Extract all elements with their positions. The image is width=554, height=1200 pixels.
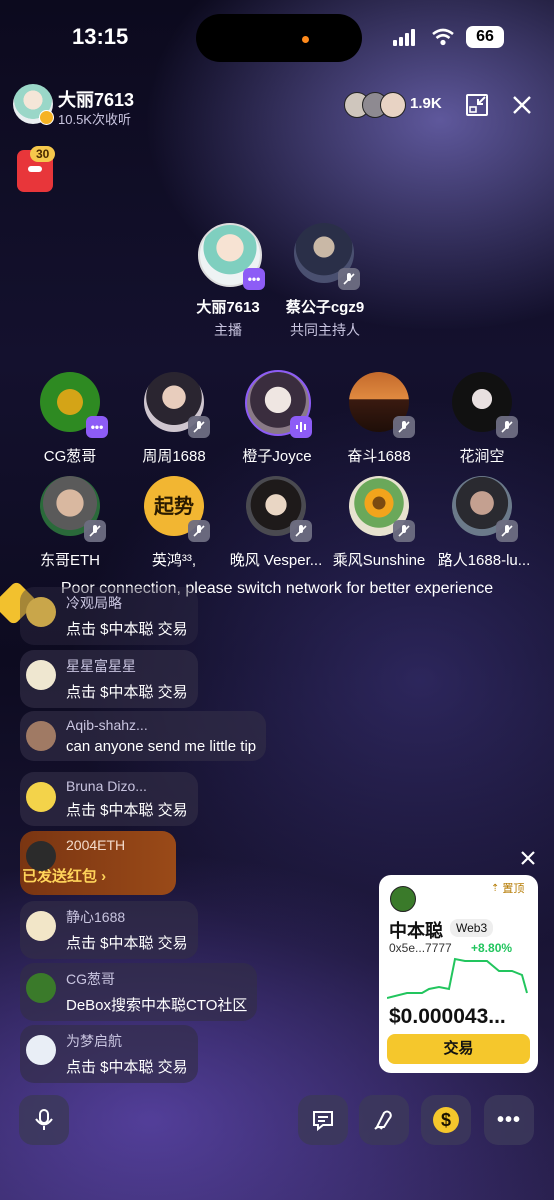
chat-username: Bruna Dizo... [66,778,147,794]
chat-avatar [26,973,56,1003]
host-listen-count: 10.5K次收听 [58,112,131,127]
verified-badge-icon [39,110,54,125]
chat-text: 点击 $中本聪 交易 [66,935,188,952]
more-icon: ••• [496,1108,521,1131]
mic-muted-icon [84,520,106,542]
stage-cohost-name: 蔡公子cgz9 [285,299,365,316]
close-card-icon[interactable] [518,848,538,868]
more-options-icon[interactable]: ••• [243,268,265,290]
dollar-coin-icon: $ [433,1107,459,1133]
viewer-count[interactable]: 1.9K [410,95,442,112]
chat-message[interactable]: 静心1688 点击 $中本聪 交易 [20,901,198,959]
mic-muted-icon [393,520,415,542]
chat-text: 点击 $中本聪 交易 [66,802,188,819]
chat-text: 点击 $中本聪 交易 [66,1059,188,1076]
chat-avatar [26,1035,56,1065]
chat-username: 冷观局略 [66,595,122,611]
wifi-icon [432,28,454,46]
chat-username: 2004ETH [66,837,126,853]
viewer-avatar [380,92,406,118]
dynamic-island [196,14,362,62]
chat-avatar [26,597,56,627]
chat-text: 点击 $中本聪 交易 [66,621,188,638]
mic-muted-icon [496,520,518,542]
chat-message[interactable]: CG葱哥 DeBox搜索中本聪CTO社区 [20,963,258,1021]
mic-muted-icon [496,416,518,438]
mic-muted-icon [338,268,360,290]
pin-text: 置顶 [502,883,525,895]
cellular-signal-icon [393,28,415,46]
token-logo [390,886,416,912]
token-price: $0.000043... [389,1005,506,1028]
red-packet-message[interactable]: 2004ETH 已发送红包 › [20,831,176,895]
mic-muted-icon [188,416,210,438]
battery-indicator: 66 [466,26,504,48]
mic-button[interactable] [19,1095,69,1145]
chat-username: 静心1688 [66,909,126,925]
hand-wave-icon [374,1110,392,1130]
chat-avatar [26,660,56,690]
speaker-name: 路人1688-lu... [437,552,531,569]
pin-icon: ⇡ [491,882,500,894]
chat-message[interactable]: 冷观局略 点击 $中本聪 交易 [20,587,198,645]
chat-avatar [26,782,56,812]
stage-cohost-role: 共同主持人 [290,322,360,338]
mic-muted-icon [393,416,415,438]
mic-indicator-dot [302,36,309,43]
token-name: 中本聪 [389,921,443,941]
speaker-name: 花涧空 [459,448,505,465]
token-tag: Web3 [450,919,494,937]
chat-username: 为梦启航 [66,1033,122,1049]
chat-message[interactable]: 星星富星星 点击 $中本聪 交易 [20,650,198,708]
chat-username: 星星富星星 [66,658,136,674]
chat-button[interactable] [298,1095,348,1145]
chat-text: 点击 $中本聪 交易 [66,684,188,701]
token-card[interactable]: ⇡ 置顶 中本聪 Web3 0x5e...7777 +8.80% $0.00004… [379,875,538,1073]
status-time: 13:15 [72,24,129,49]
trade-button[interactable]: 交易 [387,1034,530,1064]
chat-message[interactable]: Bruna Dizo... 点击 $中本聪 交易 [20,772,198,826]
more-options-icon[interactable]: ••• [86,416,108,438]
chat-avatar [26,911,56,941]
chat-username: Aqib-shahz... [66,717,148,733]
red-packet-count: 30 [30,146,56,162]
reaction-button[interactable] [359,1095,409,1145]
more-button[interactable]: ••• [484,1095,534,1145]
price-sparkline [387,957,528,999]
minimize-icon[interactable] [465,93,489,117]
chat-text: DeBox搜索中本聪CTO社区 [66,997,248,1014]
viewer-avatars[interactable] [344,92,414,118]
pinned-label: ⇡ 置顶 [491,880,524,896]
mic-muted-icon [290,520,312,542]
speaking-indicator-icon [290,416,312,438]
tip-button[interactable]: $ [421,1095,471,1145]
chat-avatar [26,841,56,871]
chat-message[interactable]: Aqib-shahz... can anyone send me little … [20,711,267,761]
chat-text: can anyone send me little tip [66,738,257,755]
chat-avatar [26,721,56,751]
mic-muted-icon [188,520,210,542]
mic-icon [35,1109,53,1130]
chat-username: CG葱哥 [66,971,115,987]
close-icon[interactable] [511,94,533,116]
message-icon [313,1111,333,1132]
chat-message[interactable]: 为梦启航 点击 $中本聪 交易 [20,1025,198,1083]
